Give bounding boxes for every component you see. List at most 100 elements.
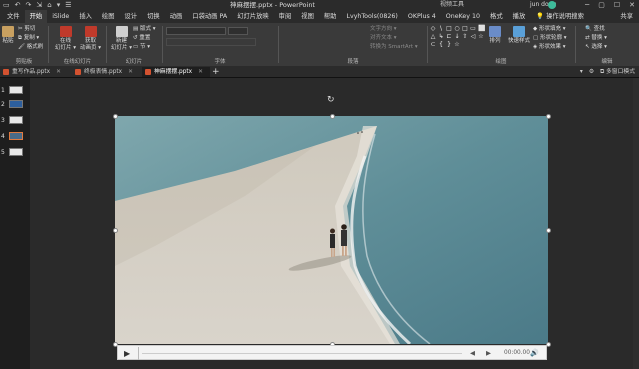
shape-triangle-icon[interactable]: △ [430, 34, 436, 40]
shape-oval-icon[interactable]: ○ [454, 26, 460, 32]
get-animation-button[interactable]: 获取 动画页 ▾ [80, 26, 101, 51]
customize-icon[interactable]: ▾ [57, 0, 61, 10]
align-text-button[interactable]: 对齐文本 ▾ [370, 35, 397, 42]
vertical-scrollbar[interactable] [633, 78, 639, 369]
tab-design[interactable]: 设计 [120, 10, 143, 23]
tab-home[interactable]: 开始 [24, 10, 48, 23]
shape-brace-left-icon[interactable]: { [438, 42, 444, 48]
convert-smartart-button[interactable]: 转换为 SmartArt ▾ [370, 44, 418, 51]
shape-star-icon[interactable]: ☆ [478, 34, 484, 40]
avatar[interactable] [548, 1, 556, 9]
tab-insert[interactable]: 插入 [74, 10, 97, 23]
redo-icon[interactable]: ↷ [26, 0, 32, 10]
shape-box-icon[interactable]: ⬜ [478, 26, 485, 32]
tab-islide[interactable]: iSlide [47, 10, 74, 23]
ribbon-display-icon[interactable]: ▢ [598, 0, 605, 10]
slide-thumbnail[interactable]: 3 [1, 116, 23, 124]
find-button[interactable]: 🔍 查找 [585, 26, 605, 33]
shape-outline-button[interactable]: ▢ 形状轮廓 ▾ [533, 35, 566, 42]
shape-arrow-up-icon[interactable]: ⇧ [462, 34, 468, 40]
font-size-box[interactable] [228, 27, 248, 35]
resize-handle[interactable] [330, 114, 335, 119]
font-format-row[interactable] [166, 38, 256, 46]
tell-me-search[interactable]: 💡 操作说明搜索 [530, 10, 589, 23]
present-icon[interactable]: ⇲ [36, 0, 42, 10]
home-icon[interactable]: ⌂ [47, 0, 51, 10]
cut-button[interactable]: ✂ 剪切 [18, 26, 35, 33]
doc-tab[interactable]: 重写作品.pptx ✕ [0, 67, 70, 77]
slide-thumbnail[interactable]: 1 [1, 86, 23, 94]
shape-star2-icon[interactable]: ☆ [454, 42, 460, 48]
progress-track[interactable] [142, 353, 462, 354]
close-tab-icon[interactable]: ✕ [128, 69, 133, 75]
tab-slideshow[interactable]: 幻灯片放映 [232, 10, 273, 23]
tab-onekey[interactable]: OneKey 10 [441, 10, 485, 23]
replace-button[interactable]: ⇄ 替换 ▾ [585, 35, 607, 42]
shape-connector-icon[interactable]: ↳ [438, 34, 444, 40]
resize-handle[interactable] [113, 114, 118, 119]
undo-icon[interactable]: ↶ [15, 0, 21, 10]
settings-icon[interactable]: ⚙ [589, 66, 594, 78]
layout-button[interactable]: ▤ 版式 ▾ [133, 26, 155, 33]
doc-tab-active[interactable]: 神麻摆摆.pptx ✕ [142, 67, 210, 77]
restore-icon[interactable]: ☐ [614, 0, 620, 10]
shape-curve-icon[interactable]: ⊂ [430, 42, 436, 48]
font-name-box[interactable] [166, 27, 226, 35]
paste-button[interactable]: 粘贴 [2, 26, 14, 45]
tab-draw[interactable]: 绘图 [97, 10, 120, 23]
new-slide-button[interactable]: 新建 幻灯片 ▾ [111, 26, 132, 51]
shape-left-triangle-icon[interactable]: ◁ [470, 34, 476, 40]
video-frame[interactable] [115, 116, 548, 344]
tab-file[interactable]: 文件 [2, 10, 25, 23]
format-painter-button[interactable]: 🖌 格式刷 [18, 44, 43, 51]
shape-effects-button[interactable]: ◈ 形状效果 ▾ [533, 44, 566, 51]
resize-handle[interactable] [546, 114, 551, 119]
slide-thumbnail[interactable]: 5 [1, 148, 23, 156]
rotate-handle-icon[interactable]: ↻ [327, 96, 335, 105]
doc-tab[interactable]: 终极表情.pptx ✕ [72, 67, 140, 77]
tab-transitions[interactable]: 切换 [142, 10, 165, 23]
step-back-icon[interactable]: ◀ [470, 348, 475, 359]
tab-lvyhtools[interactable]: LvyhTools(0826) [341, 10, 402, 23]
text-direction-button[interactable]: 文字方向 ▾ [370, 26, 397, 33]
volume-icon[interactable]: 🔊 [530, 348, 539, 359]
slide-thumbnail-selected[interactable]: 4 [1, 132, 23, 140]
slide-thumbnail[interactable]: 2 [1, 100, 23, 108]
shape-bracket-icon[interactable]: ⊏ [446, 34, 452, 40]
select-button[interactable]: ↖ 选择 ▾ [585, 44, 607, 51]
resize-handle[interactable] [113, 228, 118, 233]
shape-arrow-down-icon[interactable]: ↓ [454, 34, 460, 40]
save-icon[interactable]: ▭ [3, 0, 10, 10]
tab-view[interactable]: 视图 [296, 10, 319, 23]
copy-button[interactable]: ⧉ 复制 ▾ [18, 35, 39, 42]
tab-playback[interactable]: 播放 [508, 10, 531, 23]
quick-styles-button[interactable]: 快速样式 [508, 26, 530, 45]
tab-help[interactable]: 帮助 [319, 10, 342, 23]
shapes-gallery[interactable]: ◇ \ □ ○ □ ▭ ⬜ △ ↳ ⊏ ↓ ⇧ ◁ ☆ ⊂ { } ☆ [430, 26, 485, 48]
shape-diamond-icon[interactable]: ◇ [430, 26, 436, 32]
minimize-icon[interactable]: ─ [585, 0, 589, 10]
tab-review[interactable]: 审阅 [274, 10, 297, 23]
menu-icon[interactable]: ☰ [65, 0, 71, 10]
shape-rect-icon[interactable]: □ [446, 26, 452, 32]
shape-rounded-rect-icon[interactable]: ▭ [470, 26, 476, 32]
resize-handle[interactable] [546, 228, 551, 233]
tab-format[interactable]: 格式 [485, 10, 508, 23]
shape-square-icon[interactable]: □ [462, 26, 468, 32]
new-tab-button[interactable]: + [212, 66, 220, 78]
shape-line-icon[interactable]: \ [438, 26, 444, 32]
arrange-button[interactable]: 排列 [489, 26, 501, 45]
play-icon[interactable]: ▶ [124, 348, 130, 359]
close-tab-icon[interactable]: ✕ [198, 69, 203, 75]
step-forward-icon[interactable]: ▶ [486, 348, 491, 359]
tab-list-icon[interactable]: ▾ [580, 66, 583, 78]
tab-animations[interactable]: 动画 [165, 10, 188, 23]
tab-pocket-animation[interactable]: 口袋动画 PA [187, 10, 232, 23]
close-tab-icon[interactable]: ✕ [56, 69, 61, 75]
reset-button[interactable]: ↺ 重置 [133, 35, 150, 42]
shape-brace-right-icon[interactable]: } [446, 42, 452, 48]
online-slides-button[interactable]: 在线 幻灯片 ▾ [55, 26, 76, 51]
section-button[interactable]: ▭ 节 ▾ [133, 44, 150, 51]
share-button[interactable]: 共享 [620, 10, 633, 23]
tab-okplus[interactable]: OKPlus 4 [403, 10, 441, 23]
